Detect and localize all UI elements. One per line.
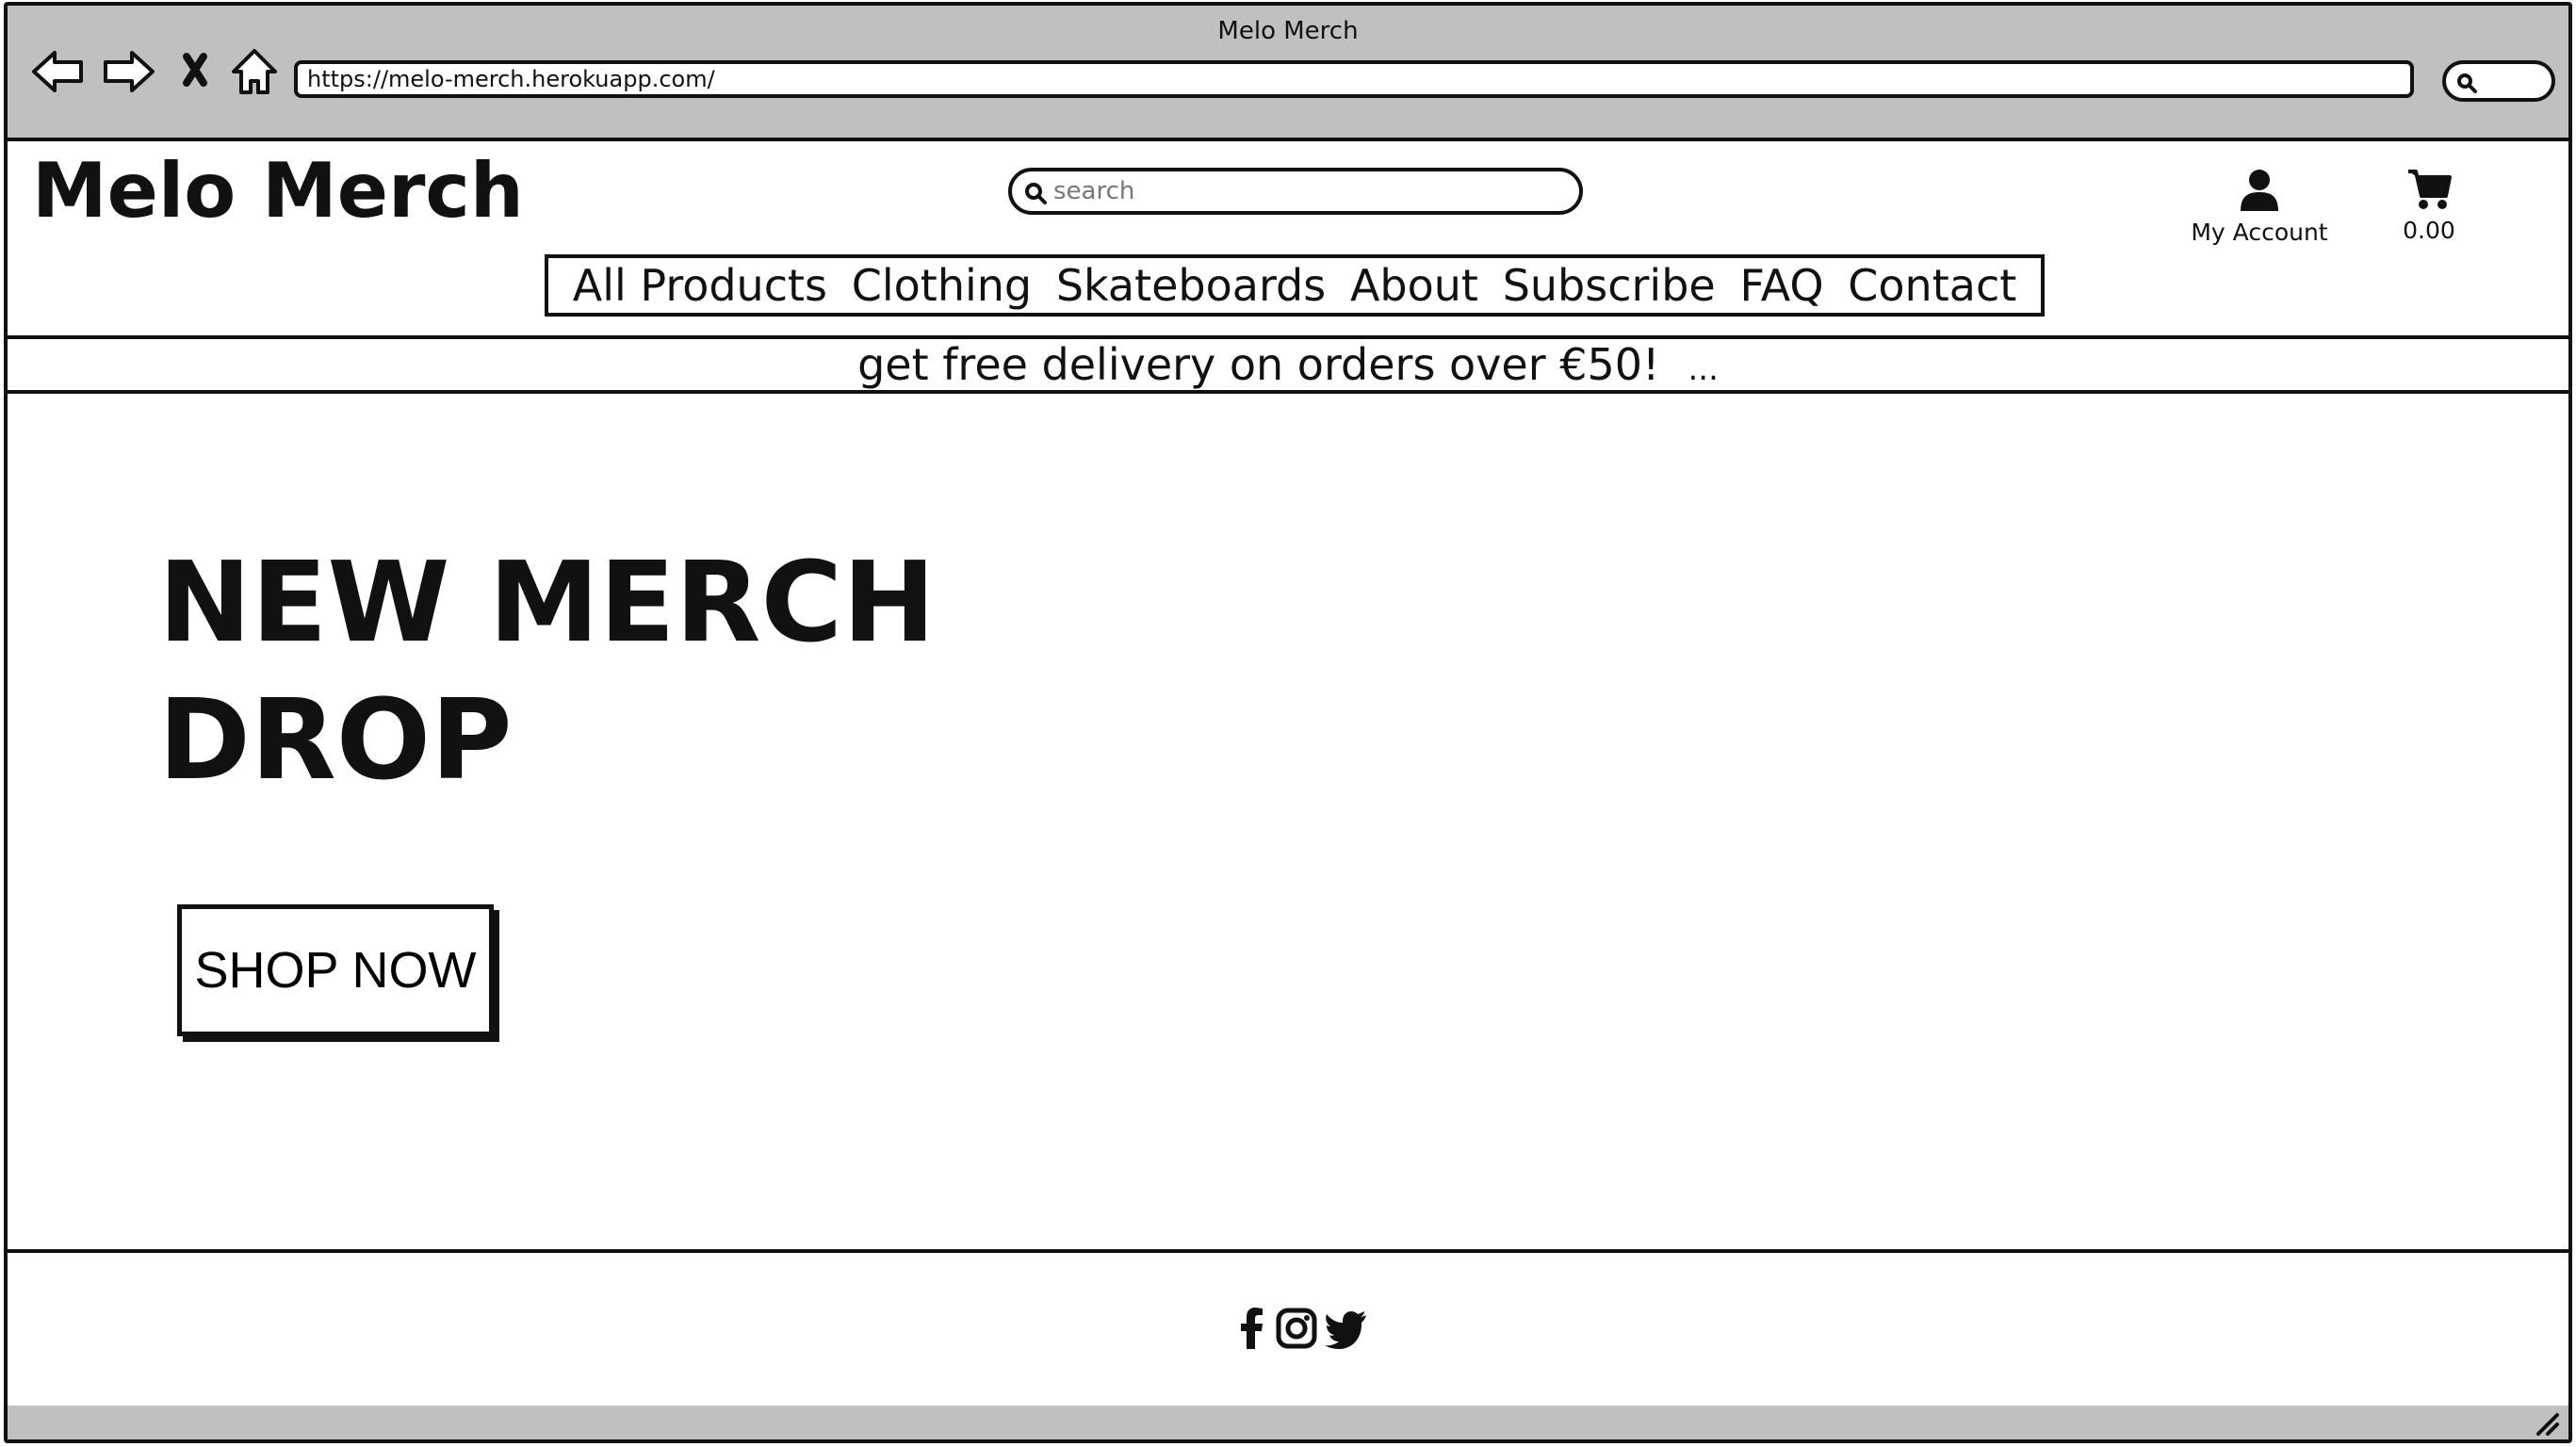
nav-clothing[interactable]: Clothing [852, 260, 1032, 311]
main-nav: All Products Clothing Skateboards About … [545, 254, 2045, 317]
hero-heading-line-1: NEW MERCH [158, 537, 936, 667]
hero-heading-line-2: DROP [158, 675, 513, 805]
nav-about[interactable]: About [1350, 260, 1478, 311]
resize-grip-icon[interactable] [2533, 1409, 2561, 1438]
hero-heading: NEW MERCH DROP [158, 533, 936, 808]
my-account-label: My Account [2191, 219, 2328, 246]
cart-total: 0.00 [2403, 217, 2455, 244]
instagram-icon[interactable] [1276, 1306, 1317, 1355]
nav-skateboards[interactable]: Skateboards [1056, 260, 1326, 311]
site-footer [8, 1249, 2568, 1409]
status-bar [8, 1406, 2568, 1439]
shop-now-button[interactable]: SHOP NOW [177, 904, 494, 1036]
my-account-link[interactable]: My Account [2184, 168, 2335, 246]
search-icon [1025, 183, 1047, 204]
site-logo[interactable]: Melo Merch [32, 149, 524, 234]
stop-icon[interactable] [173, 43, 230, 100]
site-search-input[interactable]: search [1008, 168, 1583, 215]
user-icon [2241, 170, 2278, 211]
nav-contact[interactable]: Contact [1848, 260, 2016, 311]
window-title: Melo Merch [1217, 17, 1359, 45]
nav-all-products[interactable]: All Products [573, 260, 827, 311]
nav-subscribe[interactable]: Subscribe [1503, 260, 1716, 311]
back-icon[interactable] [30, 43, 87, 100]
shopping-cart-icon [2408, 170, 2452, 209]
forward-icon[interactable] [100, 43, 156, 100]
promo-banner: get free delivery on orders over €50!... [8, 335, 2568, 394]
promo-text: get free delivery on orders over €50! [857, 339, 1660, 390]
search-placeholder: search [1053, 177, 1135, 205]
facebook-icon[interactable] [1232, 1306, 1270, 1355]
address-bar[interactable]: https://melo-merch.herokuapp.com/ [294, 60, 2414, 98]
social-links [1232, 1306, 1368, 1355]
browser-search-field[interactable] [2442, 60, 2555, 102]
promo-more: ... [1687, 350, 1719, 388]
home-icon[interactable] [226, 43, 283, 100]
search-icon [2457, 73, 2477, 93]
cart-link[interactable]: 0.00 [2382, 168, 2476, 244]
twitter-icon[interactable] [1323, 1306, 1368, 1355]
browser-window: Melo Merch https://melo-merch.herokuapp.… [4, 2, 2572, 1443]
browser-chrome: Melo Merch https://melo-merch.herokuapp.… [8, 6, 2568, 141]
nav-faq[interactable]: FAQ [1739, 260, 1823, 311]
